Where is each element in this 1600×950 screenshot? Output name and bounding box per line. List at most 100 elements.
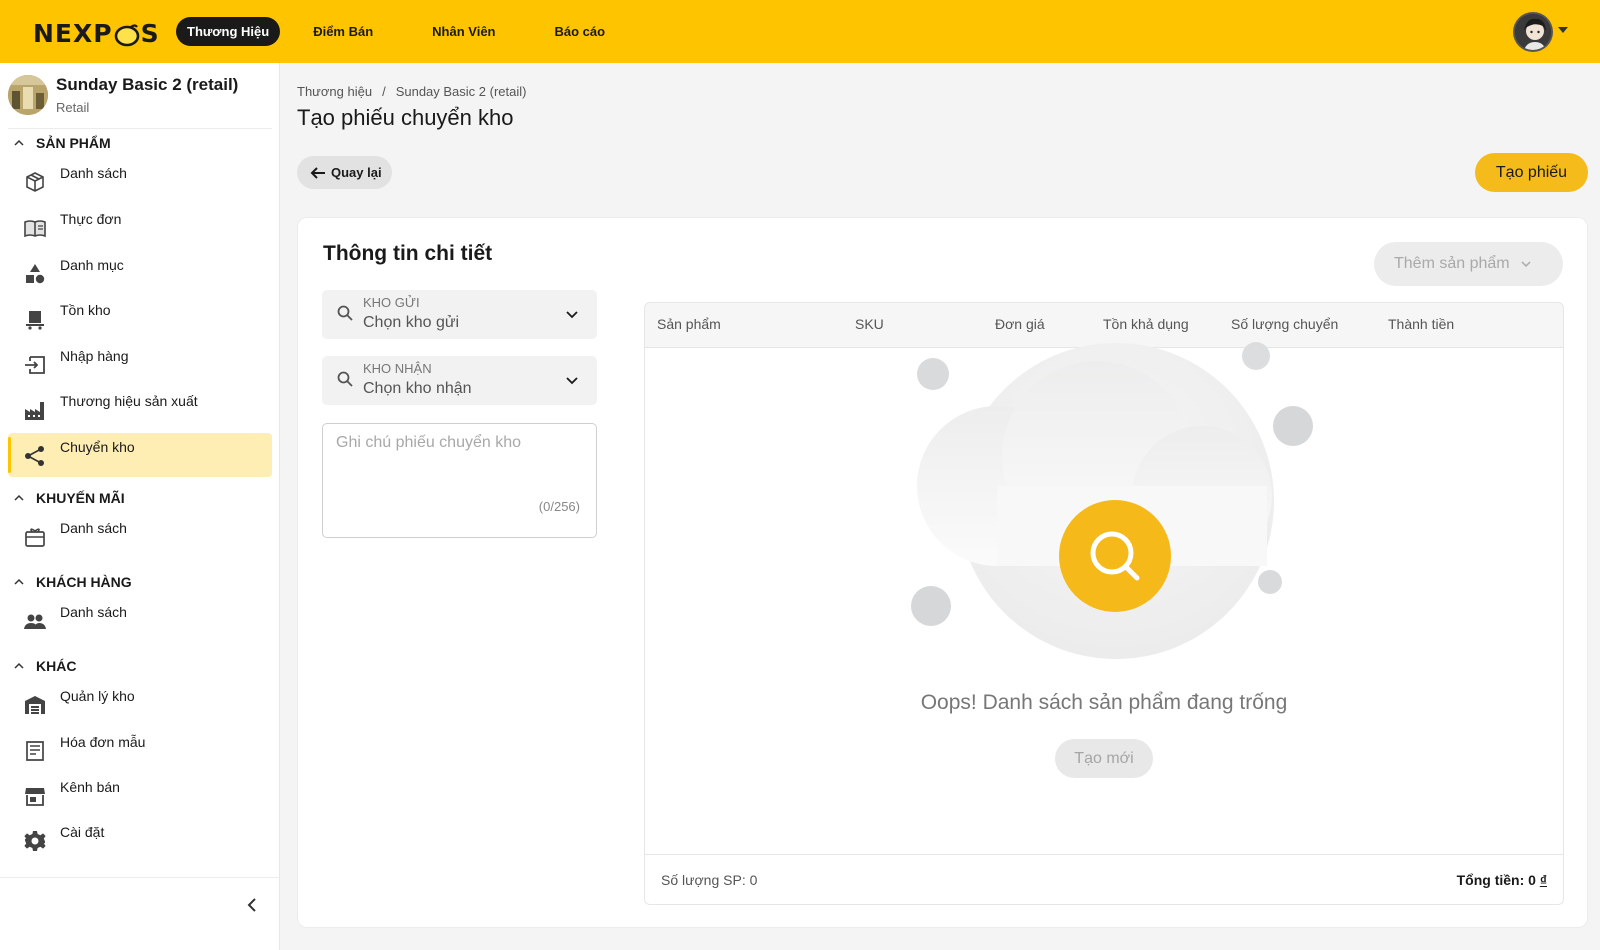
add-product-button[interactable]: Thêm sản phẩm xyxy=(1374,242,1563,286)
sidebar-item-chuyen-kho[interactable]: Chuyển kho xyxy=(8,433,272,477)
note-textarea[interactable] xyxy=(323,424,596,537)
sidebar-item-label: Tồn kho xyxy=(60,302,111,318)
warehouse-cart-icon xyxy=(26,311,44,330)
total-label: Tổng tiền: 0 xyxy=(1456,872,1536,888)
chevron-up-icon xyxy=(14,494,24,501)
breadcrumb-separator: / xyxy=(382,84,386,99)
voucher-icon xyxy=(25,528,45,547)
detail-card: Thông tin chi tiết Thêm sản phẩm KHO GỬI… xyxy=(297,217,1588,928)
breadcrumb: Thương hiệu / Sunday Basic 2 (retail) xyxy=(297,84,526,99)
breadcrumb-root[interactable]: Thương hiệu xyxy=(297,84,372,99)
store-header[interactable]: Sunday Basic 2 (retail) Retail xyxy=(8,73,272,129)
note-field: (0/256) xyxy=(322,423,597,538)
logo-text-left: NEXP xyxy=(33,18,113,48)
column-header: SKU xyxy=(855,316,884,332)
sidebar-item-label: Nhập hàng xyxy=(60,348,129,364)
column-header: Số lượng chuyển xyxy=(1231,316,1339,332)
section-title: KHUYẾN MÃI xyxy=(36,490,125,506)
nav-bao-cao[interactable]: Báo cáo xyxy=(544,17,617,46)
to-warehouse-label: KHO NHẬN xyxy=(363,361,432,376)
gear-icon xyxy=(24,831,46,851)
from-warehouse-value: Chọn kho gửi xyxy=(363,314,460,331)
column-header: Sản phẩm xyxy=(657,316,721,332)
section-title: KHÁCH HÀNG xyxy=(36,574,132,590)
chevron-up-icon xyxy=(14,662,24,669)
product-count: Số lượng SP: 0 xyxy=(661,872,758,888)
sidebar-item-thuc-don[interactable]: Thực đơn xyxy=(8,205,272,249)
empty-cloud-search-icon xyxy=(911,342,1313,659)
breadcrumb-current: Sunday Basic 2 (retail) xyxy=(395,84,527,99)
currency-symbol: ₫ xyxy=(1539,872,1547,888)
sidebar-item-label: Hóa đơn mẫu xyxy=(60,734,146,750)
section-khac[interactable]: KHÁC xyxy=(14,658,76,674)
sidebar-item-label: Chuyển kho xyxy=(60,439,135,455)
warehouse-icon xyxy=(25,696,45,714)
avatar-image-icon xyxy=(1515,14,1551,50)
from-warehouse-select[interactable]: KHO GỬI Chọn kho gửi xyxy=(322,290,597,339)
sidebar-item-ton-kho[interactable]: Tồn kho xyxy=(8,296,272,340)
nav-nhan-vien[interactable]: Nhân Viên xyxy=(421,17,506,46)
sidebar-item-label: Cài đặt xyxy=(60,824,105,840)
column-header: Tồn khả dụng xyxy=(1103,316,1189,332)
chevron-down-icon xyxy=(566,311,578,319)
sidebar-item-cai-dat[interactable]: Cài đặt xyxy=(8,818,272,862)
sidebar-item-thuong-hieu-san-xuat[interactable]: Thương hiệu sản xuất xyxy=(8,387,272,431)
note-counter: (0/256) xyxy=(538,499,580,514)
sidebar-item-label: Danh sách xyxy=(60,604,127,620)
store-avatar xyxy=(8,75,48,115)
create-new-button[interactable]: Tạo mới xyxy=(1055,739,1153,778)
factory-icon xyxy=(25,402,44,420)
from-warehouse-label: KHO GỬI xyxy=(363,295,420,310)
sidebar-item-label: Thương hiệu sản xuất xyxy=(60,393,198,409)
arrow-left-icon xyxy=(310,166,325,179)
section-khuyen-mai[interactable]: KHUYẾN MÃI xyxy=(14,490,125,506)
sidebar-item-danh-sach-khach-hang[interactable]: Danh sách xyxy=(8,598,272,642)
search-icon xyxy=(337,371,353,387)
sidebar-item-danh-sach-khuyen-mai[interactable]: Danh sách xyxy=(8,514,272,558)
sidebar-item-danh-muc[interactable]: Danh mục xyxy=(8,251,272,295)
sidebar-item-kenh-ban[interactable]: Kênh bán xyxy=(8,773,272,817)
sidebar-item-hoa-don-mau[interactable]: Hóa đơn mẫu xyxy=(8,728,272,772)
column-header: Thành tiền xyxy=(1388,316,1455,332)
search-icon xyxy=(337,305,353,321)
section-title: SẢN PHẨM xyxy=(36,135,111,151)
sidebar: Sunday Basic 2 (retail) Retail SẢN PHẨM … xyxy=(0,63,280,950)
page-title: Tạo phiếu chuyển kho xyxy=(297,105,514,130)
chevron-up-icon xyxy=(14,578,24,585)
store-name: Sunday Basic 2 (retail) xyxy=(56,75,239,94)
section-khach-hang[interactable]: KHÁCH HÀNG xyxy=(14,574,132,590)
chevron-left-icon[interactable] xyxy=(240,893,264,917)
sidebar-item-quan-ly-kho[interactable]: Quản lý kho xyxy=(8,682,272,726)
column-header: Đơn giá xyxy=(995,316,1045,332)
nav-diem-ban[interactable]: Điểm Bán xyxy=(302,17,384,46)
category-icon xyxy=(26,264,45,284)
create-transfer-button[interactable]: Tạo phiếu xyxy=(1475,153,1588,192)
section-san-pham[interactable]: SẢN PHẨM xyxy=(14,135,111,151)
store-icon xyxy=(25,788,45,806)
total-amount: Tổng tiền: 0 ₫ xyxy=(1457,872,1547,888)
share-icon xyxy=(25,446,44,466)
back-button[interactable]: Quay lại xyxy=(297,156,392,189)
sidebar-item-label: Danh mục xyxy=(60,257,124,273)
empty-message: Oops! Danh sách sản phẩm đang trống xyxy=(920,691,1288,714)
box-icon xyxy=(26,172,44,192)
sidebar-item-label: Danh sách xyxy=(60,165,127,181)
table-footer: Số lượng SP: 0 Tổng tiền: 0 ₫ xyxy=(645,854,1563,904)
chevron-down-icon xyxy=(1521,261,1531,268)
to-warehouse-select[interactable]: KHO NHẬN Chọn kho nhận xyxy=(322,356,597,405)
sidebar-item-nhap-hang[interactable]: Nhập hàng xyxy=(8,342,272,386)
store-photo-icon xyxy=(8,75,48,115)
nav-thuong-hieu[interactable]: Thương Hiệu xyxy=(176,17,281,46)
logo-text-right: S xyxy=(140,18,160,48)
store-type: Retail xyxy=(56,100,90,115)
add-product-label: Thêm sản phẩm xyxy=(1394,255,1510,272)
to-warehouse-value: Chọn kho nhận xyxy=(363,380,472,397)
chevron-up-icon xyxy=(14,139,24,146)
user-avatar[interactable] xyxy=(1513,12,1553,52)
people-icon xyxy=(24,614,46,629)
sidebar-item-label: Kênh bán xyxy=(60,779,120,795)
chevron-down-icon[interactable] xyxy=(1558,27,1568,33)
nexpos-logo[interactable]: NEXP S xyxy=(33,18,160,48)
sidebar-item-danh-sach-san-pham[interactable]: Danh sách xyxy=(8,159,272,203)
sidebar-divider xyxy=(0,877,280,878)
